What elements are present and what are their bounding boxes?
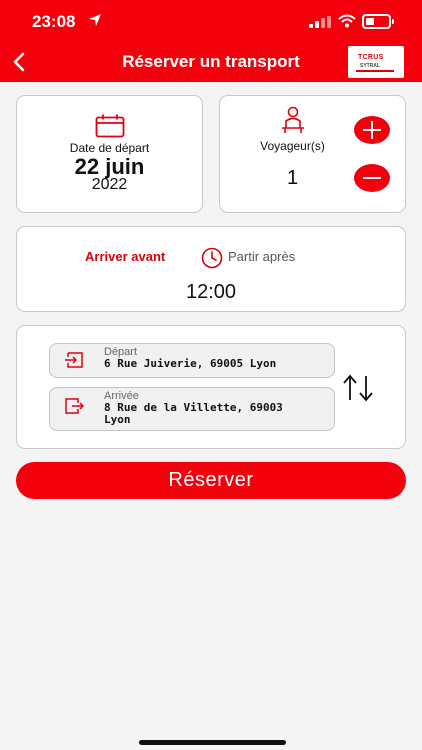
- status-time: 23:08: [32, 12, 76, 31]
- travelers-card: Voyageur(s) 1: [219, 95, 406, 213]
- calendar-icon: [95, 114, 125, 138]
- departure-value: 6 Rue Juiverie, 69005 Lyon: [104, 357, 277, 370]
- person-seat-icon: [282, 106, 304, 133]
- exit-icon: [65, 398, 84, 414]
- remove-traveler-button[interactable]: [354, 164, 390, 192]
- signal-icon: [309, 16, 331, 28]
- clock-icon[interactable]: [201, 247, 223, 269]
- logo-text-top: TCRUS: [358, 54, 384, 61]
- date-label: Date de départ: [69, 141, 150, 155]
- leave-after-option[interactable]: Partir après: [228, 249, 295, 264]
- app-header: Réserver un transport TCRUS SYTRAL: [0, 42, 422, 82]
- add-traveler-button[interactable]: [354, 116, 390, 144]
- minus-icon: [363, 177, 381, 179]
- departure-field[interactable]: Départ 6 Rue Juiverie, 69005 Lyon: [49, 343, 335, 378]
- location-arrow-icon: [89, 14, 101, 26]
- travelers-count: 1: [286, 167, 299, 189]
- reserve-button[interactable]: Réserver: [16, 462, 406, 499]
- addresses-card: Départ 6 Rue Juiverie, 69005 Lyon Arrivé…: [16, 325, 406, 449]
- wifi-icon: [338, 14, 356, 28]
- departure-date-card[interactable]: Date de départ 22 juin 2022: [16, 95, 203, 213]
- swap-arrows-icon[interactable]: [341, 374, 375, 402]
- home-indicator[interactable]: [139, 740, 286, 745]
- brand-logo: TCRUS SYTRAL: [348, 46, 404, 78]
- battery-icon: [362, 14, 394, 29]
- arrive-before-option[interactable]: Arriver avant: [85, 249, 165, 264]
- travelers-label: Voyageur(s): [260, 139, 325, 153]
- arrival-field[interactable]: Arrivée 8 Rue de la Villette, 69003 Lyon: [49, 387, 335, 431]
- logo-text-bottom: SYTRAL: [360, 63, 380, 69]
- arrival-value: 8 Rue de la Villette, 69003 Lyon: [104, 401, 283, 426]
- enter-icon: [65, 352, 83, 368]
- status-bar: 23:08: [0, 0, 422, 42]
- time-card: Arriver avant Partir après 12:00: [16, 226, 406, 312]
- time-value[interactable]: 12:00: [17, 281, 405, 304]
- date-year: 2022: [91, 176, 128, 193]
